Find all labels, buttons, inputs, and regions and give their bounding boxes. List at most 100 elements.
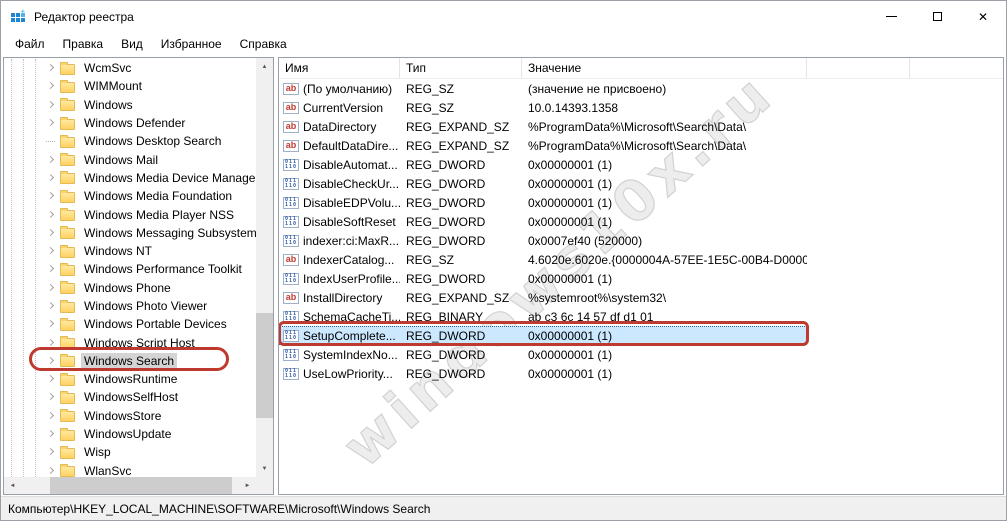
column-header-value[interactable]: Значение — [522, 58, 807, 78]
tree-item-label: Windows Photo Viewer — [81, 298, 210, 314]
tree-item-0[interactable]: WcmSvc — [4, 59, 256, 77]
expander-icon[interactable] — [46, 228, 56, 238]
maximize-button[interactable] — [914, 1, 960, 32]
tree-item-1[interactable]: WIMMount — [4, 77, 256, 95]
registry-value-row[interactable]: 011110 SchemaCacheTi... REG_BINARY ab c3… — [279, 307, 807, 326]
tree-item-12[interactable]: Windows Phone — [4, 279, 256, 297]
expander-icon[interactable] — [46, 118, 56, 128]
menu-item-3[interactable]: Избранное — [152, 34, 231, 54]
tree-item-label: Windows Defender — [81, 115, 188, 131]
tree-item-10[interactable]: Windows NT — [4, 242, 256, 260]
scroll-up-icon[interactable]: ▲ — [256, 58, 273, 75]
tree-item-13[interactable]: Windows Photo Viewer — [4, 297, 256, 315]
column-header-type[interactable]: Тип — [400, 58, 522, 78]
registry-value-row[interactable]: ab DataDirectory REG_EXPAND_SZ %ProgramD… — [279, 117, 807, 136]
expander-icon[interactable] — [46, 447, 56, 457]
menu-item-4[interactable]: Справка — [231, 34, 296, 54]
registry-value-row[interactable]: 011110 UseLowPriority... REG_DWORD 0x000… — [279, 364, 807, 383]
tree-item-2[interactable]: Windows — [4, 96, 256, 114]
registry-value-row[interactable]: ab DefaultDataDire... REG_EXPAND_SZ %Pro… — [279, 136, 807, 155]
menu-item-1[interactable]: Правка — [54, 34, 113, 54]
tree-item-9[interactable]: Windows Messaging Subsystem — [4, 224, 256, 242]
registry-value-row[interactable]: 011110 DisableEDPVolu... REG_DWORD 0x000… — [279, 193, 807, 212]
value-name: SetupComplete... — [303, 329, 396, 343]
dword-value-icon: 011110 — [283, 311, 299, 323]
expander-icon[interactable] — [46, 63, 56, 73]
registry-value-row[interactable]: 011110 SetupComplete... REG_DWORD 0x0000… — [279, 326, 807, 345]
folder-icon — [60, 375, 75, 386]
expander-icon[interactable] — [46, 210, 56, 220]
expander-icon[interactable] — [46, 338, 56, 348]
column-header-name[interactable]: Имя — [279, 58, 400, 78]
value-type: REG_EXPAND_SZ — [406, 120, 509, 134]
folder-icon — [60, 82, 75, 93]
value-type: REG_SZ — [406, 82, 454, 96]
tree-item-label: WlanSvc — [81, 463, 134, 477]
scroll-left-icon[interactable]: ◄ — [4, 477, 21, 494]
folder-icon — [60, 302, 75, 313]
expander-icon[interactable] — [46, 374, 56, 384]
expander-icon[interactable] — [46, 319, 56, 329]
tree-item-11[interactable]: Windows Performance Toolkit — [4, 260, 256, 278]
registry-value-row[interactable]: 011110 DisableAutomat... REG_DWORD 0x000… — [279, 155, 807, 174]
scroll-right-icon[interactable]: ► — [239, 477, 256, 494]
tree-item-16[interactable]: Windows Search — [4, 352, 256, 370]
expander-icon[interactable] — [46, 356, 56, 366]
scroll-down-icon[interactable]: ▼ — [256, 460, 273, 477]
expander-icon[interactable] — [46, 411, 56, 421]
tree-item-15[interactable]: Windows Script Host — [4, 333, 256, 351]
tree-item-label: Windows Phone — [81, 280, 174, 296]
vertical-scroll-thumb[interactable] — [256, 313, 273, 418]
tree-item-19[interactable]: WindowsStore — [4, 407, 256, 425]
expander-icon[interactable] — [46, 429, 56, 439]
horizontal-scroll-thumb[interactable] — [50, 477, 232, 494]
registry-value-row[interactable]: 011110 DisableCheckUr... REG_DWORD 0x000… — [279, 174, 807, 193]
tree-item-21[interactable]: Wisp — [4, 443, 256, 461]
tree-item-3[interactable]: Windows Defender — [4, 114, 256, 132]
expander-icon[interactable] — [46, 392, 56, 402]
expander-icon[interactable] — [46, 283, 56, 293]
close-button[interactable]: ✕ — [960, 1, 1006, 32]
tree-item-22[interactable]: WlanSvc — [4, 462, 256, 477]
registry-value-row[interactable]: ab IndexerCatalog... REG_SZ 4.6020e.6020… — [279, 250, 807, 269]
expander-icon[interactable] — [46, 136, 56, 146]
registry-value-row[interactable]: 011110 DisableSoftReset REG_DWORD 0x0000… — [279, 212, 807, 231]
dword-value-icon: 011110 — [283, 273, 299, 285]
tree-horizontal-scrollbar[interactable]: ◄ ► — [4, 477, 256, 494]
registry-value-row[interactable]: ab CurrentVersion REG_SZ 10.0.14393.1358 — [279, 98, 807, 117]
string-value-icon: ab — [283, 121, 299, 133]
dword-value-icon: 011110 — [283, 216, 299, 228]
tree-item-label: Windows Media Device Manage — [81, 170, 256, 186]
folder-icon — [60, 265, 75, 276]
expander-icon[interactable] — [46, 81, 56, 91]
status-bar: Компьютер\HKEY_LOCAL_MACHINE\SOFTWARE\Mi… — [1, 496, 1006, 520]
tree-item-20[interactable]: WindowsUpdate — [4, 425, 256, 443]
expander-icon[interactable] — [46, 264, 56, 274]
tree-item-8[interactable]: Windows Media Player NSS — [4, 205, 256, 223]
value-data: 0x00000001 (1) — [528, 348, 612, 362]
expander-icon[interactable] — [46, 100, 56, 110]
expander-icon[interactable] — [46, 466, 56, 476]
tree-item-6[interactable]: Windows Media Device Manage — [4, 169, 256, 187]
tree-item-5[interactable]: Windows Mail — [4, 150, 256, 168]
minimize-button[interactable] — [868, 1, 914, 32]
menu-item-2[interactable]: Вид — [112, 34, 152, 54]
expander-icon[interactable] — [46, 301, 56, 311]
tree-item-7[interactable]: Windows Media Foundation — [4, 187, 256, 205]
registry-value-row[interactable]: 011110 indexer:ci:MaxR... REG_DWORD 0x00… — [279, 231, 807, 250]
registry-value-row[interactable]: 011110 IndexUserProfile... REG_DWORD 0x0… — [279, 269, 807, 288]
tree-item-4[interactable]: Windows Desktop Search — [4, 132, 256, 150]
expander-icon[interactable] — [46, 173, 56, 183]
value-data: 0x00000001 (1) — [528, 329, 612, 343]
tree-item-18[interactable]: WindowsSelfHost — [4, 388, 256, 406]
expander-icon[interactable] — [46, 155, 56, 165]
expander-icon[interactable] — [46, 191, 56, 201]
tree-vertical-scrollbar[interactable]: ▲ ▼ — [256, 58, 273, 477]
registry-value-row[interactable]: ab InstallDirectory REG_EXPAND_SZ %syste… — [279, 288, 807, 307]
tree-item-14[interactable]: Windows Portable Devices — [4, 315, 256, 333]
expander-icon[interactable] — [46, 246, 56, 256]
registry-value-row[interactable]: 011110 SystemIndexNo... REG_DWORD 0x0000… — [279, 345, 807, 364]
registry-value-row[interactable]: ab (По умолчанию) REG_SZ (значение не пр… — [279, 79, 807, 98]
tree-item-17[interactable]: WindowsRuntime — [4, 370, 256, 388]
menu-item-0[interactable]: Файл — [6, 34, 54, 54]
